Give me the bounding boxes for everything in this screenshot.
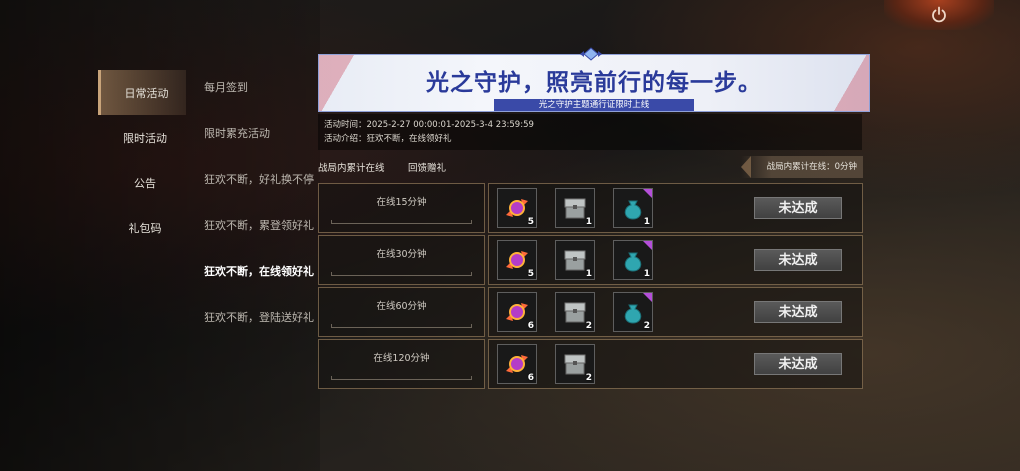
milestone-box: 在线60分钟 — [318, 287, 485, 337]
event-intro: 活动介绍：狂欢不断，在线领好礼 — [324, 134, 452, 144]
reward-row: 在线120分钟 6 2 未达成 — [318, 339, 863, 389]
reward-slot[interactable]: 1 — [613, 240, 653, 280]
sidebar-item-daily[interactable]: 日常活动 — [98, 70, 186, 115]
sidebar: 日常活动 限时活动 公告 礼包码 — [98, 70, 186, 250]
reward-slot[interactable]: 6 — [497, 292, 537, 332]
sidebar-item-label: 礼包码 — [128, 221, 162, 235]
event-banner: 光之守护，照亮前行的每一步。 光之守护主题通行证限时上线 — [318, 54, 870, 112]
event-item-online-rewards[interactable]: 狂欢不断，在线领好礼 — [196, 248, 318, 294]
milestone-box: 在线15分钟 — [318, 183, 485, 233]
milestone-label: 在线30分钟 — [376, 249, 427, 260]
reward-count: 5 — [527, 269, 534, 279]
reward-count: 2 — [643, 321, 650, 331]
reward-row: 在线60分钟 6 2 2 未达成 — [318, 287, 863, 337]
reward-count: 1 — [585, 269, 592, 279]
rewards-box: 6 2 2 未达成 — [488, 287, 863, 337]
milestone-progress-bar — [331, 220, 472, 224]
reward-count: 6 — [527, 321, 534, 331]
event-time: 活动时间：2025-2-27 00:00:01-2025-3-4 23:59:5… — [324, 120, 534, 130]
sidebar-item-label: 公告 — [134, 176, 156, 190]
event-item-recharge[interactable]: 限时累充活动 — [196, 110, 318, 156]
claim-button[interactable]: 未达成 — [754, 197, 842, 219]
event-info: 活动时间：2025-2-27 00:00:01-2025-3-4 23:59:5… — [318, 114, 862, 150]
tab-feedback-gift[interactable]: 回馈赠礼 — [408, 160, 446, 174]
sidebar-item-limited[interactable]: 限时活动 — [98, 115, 186, 160]
gem-icon — [580, 47, 602, 61]
reward-slot[interactable]: 1 — [555, 188, 595, 228]
milestone-box: 在线30分钟 — [318, 235, 485, 285]
tab-online-time[interactable]: 战局内累计在线 — [318, 160, 385, 174]
reward-count: 2 — [585, 373, 592, 383]
event-list: 每月签到 限时累充活动 狂欢不断，好礼换不停 狂欢不断，累登领好礼 狂欢不断，在… — [196, 64, 318, 340]
reward-count: 1 — [585, 217, 592, 227]
power-icon — [932, 6, 946, 23]
reward-slot[interactable]: 2 — [555, 292, 595, 332]
milestone-progress-bar — [331, 376, 472, 380]
reward-slot[interactable]: 5 — [497, 240, 537, 280]
sidebar-item-label: 日常活动 — [124, 86, 169, 100]
sidebar-item-notice[interactable]: 公告 — [98, 160, 186, 205]
sidebar-item-giftcode[interactable]: 礼包码 — [98, 205, 186, 250]
milestone-label: 在线15分钟 — [376, 197, 427, 208]
event-item-login-accumulate[interactable]: 狂欢不断，累登领好礼 — [196, 202, 318, 248]
claim-button[interactable]: 未达成 — [754, 353, 842, 375]
event-item-monthly-signin[interactable]: 每月签到 — [196, 64, 318, 110]
reward-row: 在线30分钟 5 1 1 未达成 — [318, 235, 863, 285]
sidebar-item-label: 限时活动 — [123, 131, 167, 145]
reward-slot[interactable]: 2 — [613, 292, 653, 332]
online-time-counter: 战局内累计在线：0分钟 — [741, 156, 863, 178]
milestone-box: 在线120分钟 — [318, 339, 485, 389]
reward-slot[interactable]: 5 — [497, 188, 537, 228]
power-button[interactable] — [884, 0, 994, 30]
reward-count: 5 — [527, 217, 534, 227]
reward-slot[interactable]: 6 — [497, 344, 537, 384]
milestone-label: 在线120分钟 — [373, 353, 430, 364]
claim-button[interactable]: 未达成 — [754, 249, 842, 271]
banner-ribbon: 光之守护主题通行证限时上线 — [494, 99, 694, 111]
reward-count: 1 — [643, 217, 650, 227]
rewards-box: 5 1 1 未达成 — [488, 183, 863, 233]
reward-count: 6 — [527, 373, 534, 383]
reward-slot[interactable]: 1 — [613, 188, 653, 228]
reward-count: 1 — [643, 269, 650, 279]
claim-button[interactable]: 未达成 — [754, 301, 842, 323]
tab-bar: 战局内累计在线 回馈赠礼 战局内累计在线：0分钟 — [318, 156, 863, 178]
reward-slot[interactable]: 2 — [555, 344, 595, 384]
milestone-label: 在线60分钟 — [376, 301, 427, 312]
milestone-progress-bar — [331, 324, 472, 328]
rewards-box: 6 2 未达成 — [488, 339, 863, 389]
rewards-box: 5 1 1 未达成 — [488, 235, 863, 285]
reward-count: 2 — [585, 321, 592, 331]
reward-row: 在线15分钟 5 1 1 未达成 — [318, 183, 863, 233]
event-item-exchange[interactable]: 狂欢不断，好礼换不停 — [196, 156, 318, 202]
event-item-login-gift[interactable]: 狂欢不断，登陆送好礼 — [196, 294, 318, 340]
milestone-progress-bar — [331, 272, 472, 276]
reward-slot[interactable]: 1 — [555, 240, 595, 280]
banner-title: 光之守护，照亮前行的每一步。 — [426, 70, 762, 96]
